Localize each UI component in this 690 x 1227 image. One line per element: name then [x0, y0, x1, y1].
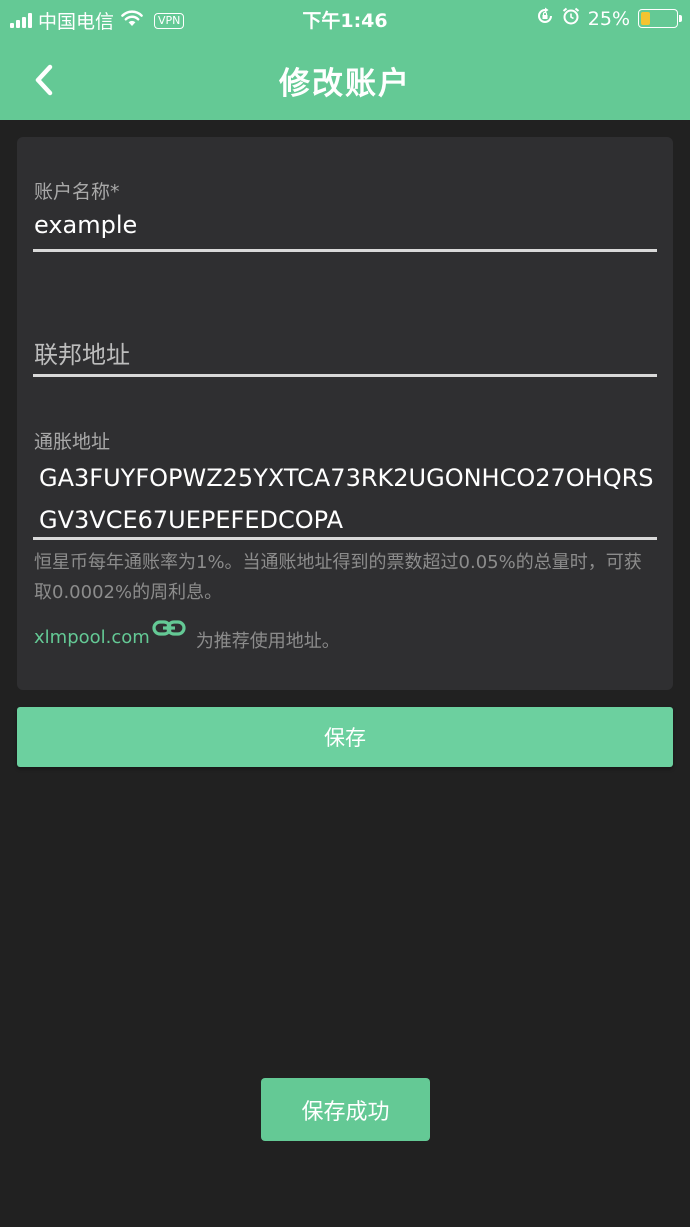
status-bar: 中国电信 VPN 下午1:46 25% [0, 0, 690, 38]
alarm-icon [562, 7, 580, 30]
federation-address-input[interactable]: 联邦地址 [34, 335, 130, 370]
orientation-lock-icon [536, 7, 554, 30]
federation-address-underline [33, 374, 657, 377]
app-header: 中国电信 VPN 下午1:46 25% 修改账户 [0, 0, 690, 120]
inflation-hint: 恒星币每年通账率为1%。当通账地址得到的票数超过0.05%的总量时，可获取0.0… [34, 552, 642, 603]
status-right: 25% [536, 7, 682, 30]
page-title: 修改账户 [279, 66, 411, 102]
save-button[interactable]: 保存 [17, 707, 673, 767]
recommend-suffix: 为推荐使用地址。 [195, 631, 340, 652]
inflation-address-input[interactable]: GA3FUYFOPWZ25YXTCA73RK2UGONHCO27OHQRSGV3… [39, 457, 659, 541]
battery-icon [638, 9, 682, 28]
account-name-underline [33, 249, 657, 252]
account-name-input[interactable]: example [34, 211, 137, 239]
inflation-address-label: 通胀地址 [34, 431, 111, 453]
xlmpool-link[interactable]: xlmpool.com [34, 627, 150, 648]
battery-level [641, 12, 650, 25]
battery-percent: 25% [587, 7, 630, 30]
inflation-address-underline [33, 537, 657, 540]
toast-message: 保存成功 [261, 1078, 430, 1141]
account-name-label: 账户名称* [34, 181, 120, 203]
link-icon[interactable] [152, 619, 186, 644]
edit-account-form: 账户名称* example 联邦地址 通胀地址 GA3FUYFOPWZ25YXT… [17, 137, 673, 690]
recommend-row: xlmpool.com 为推荐使用地址。 [34, 619, 340, 653]
